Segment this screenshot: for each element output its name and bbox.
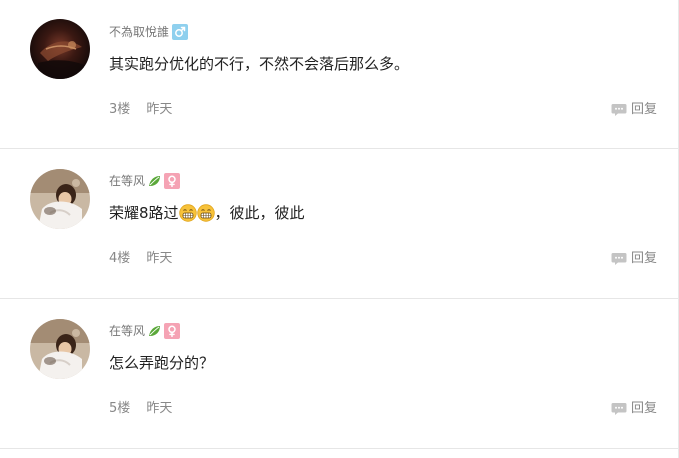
timestamp: 昨天 <box>146 401 173 416</box>
comment-item: 不為取悅誰 其实跑分优化的不行，不然不会落后那么多。 3楼 昨天 回复 <box>0 0 678 149</box>
timestamp: 昨天 <box>146 251 173 266</box>
username-row: 不為取悅誰 <box>109 23 189 41</box>
reply-button[interactable]: 回复 <box>611 400 657 418</box>
comment-item: 在等风 荣耀8路过 ，彼此，彼此 4楼 昨天 回复 <box>0 149 678 299</box>
comment-text: 其实跑分优化的不行，不然不会落后那么多。 <box>109 55 410 73</box>
reply-label: 回复 <box>630 251 657 266</box>
comment-text-part: 荣耀8路过 <box>109 204 179 222</box>
comment-bubble-icon <box>611 253 627 265</box>
username[interactable]: 在等风 <box>109 322 145 340</box>
username[interactable]: 在等风 <box>109 172 145 190</box>
comment-meta: 5楼 昨天 <box>109 400 172 418</box>
leaf-icon <box>149 326 161 336</box>
timestamp: 昨天 <box>146 102 173 117</box>
leaf-icon <box>149 176 161 186</box>
grin-emoji-icon <box>196 204 215 222</box>
comment-text: 怎么弄跑分的？ <box>109 354 215 372</box>
comment-bubble-icon <box>611 403 627 415</box>
comment-meta: 4楼 昨天 <box>109 250 172 268</box>
avatar[interactable] <box>30 19 90 79</box>
comment-text: 荣耀8路过 ，彼此，彼此 <box>109 202 305 224</box>
username-row: 在等风 <box>109 322 181 340</box>
username[interactable]: 不為取悅誰 <box>109 23 169 41</box>
floor-number: 3楼 <box>109 102 131 117</box>
avatar[interactable] <box>30 319 90 379</box>
floor-number: 5楼 <box>109 401 131 416</box>
reply-button[interactable]: 回复 <box>611 250 657 268</box>
comment-list: 不為取悅誰 其实跑分优化的不行，不然不会落后那么多。 3楼 昨天 回复 在等风 … <box>0 0 679 458</box>
floor-number: 4楼 <box>109 251 131 266</box>
reply-label: 回复 <box>630 401 657 416</box>
username-row: 在等风 <box>109 172 181 190</box>
comment-bubble-icon <box>611 104 627 116</box>
avatar[interactable] <box>30 169 90 229</box>
comment-text-part: ，彼此，彼此 <box>214 204 305 222</box>
female-gender-icon <box>164 173 181 189</box>
male-gender-icon <box>172 24 189 40</box>
grin-emoji-icon <box>178 204 197 222</box>
reply-button[interactable]: 回复 <box>611 101 657 119</box>
comment-meta: 3楼 昨天 <box>109 101 172 119</box>
female-gender-icon <box>164 323 181 339</box>
reply-label: 回复 <box>630 102 657 117</box>
comment-item: 在等风 怎么弄跑分的？ 5楼 昨天 回复 <box>0 299 678 449</box>
